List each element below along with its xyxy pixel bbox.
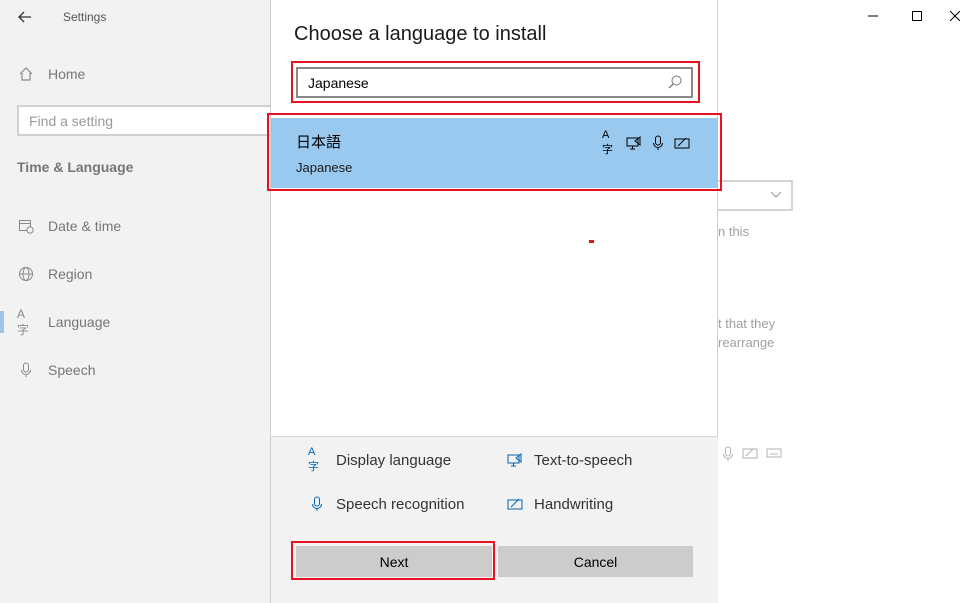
keyboard-icon [766,446,782,467]
background-text: rearrange [718,335,775,350]
dialog-footer: A字 Display language Text-to-speech Speec… [271,436,718,603]
legend-label: Text-to-speech [534,451,633,469]
close-icon [950,11,960,21]
calendar-clock-icon [17,217,35,235]
text-to-speech-icon [506,451,524,469]
sidebar-item-label: Home [48,66,86,82]
handwriting-icon [742,446,758,467]
cancel-button[interactable]: Cancel [498,546,693,577]
back-button[interactable] [12,6,38,28]
install-language-dialog: Choose a language to install Japanese 日本… [267,0,722,603]
legend-display-language: A字 Display language [308,446,452,473]
legend-text-to-speech: Text-to-speech [506,451,632,469]
speech-recognition-icon [308,495,326,513]
sidebar-item-region[interactable]: Region [0,259,290,289]
next-highlight-box [291,541,495,580]
close-button[interactable] [932,0,978,32]
legend-label: Speech recognition [336,495,465,513]
language-search-input[interactable]: Japanese [296,67,693,98]
minimize-button[interactable] [850,0,896,32]
sidebar-item-label: Date & time [48,218,122,234]
settings-sidebar: Settings Home Find a setting Time & Lang… [0,0,290,603]
background-feature-icons [722,446,782,467]
maximize-icon [912,11,922,21]
search-icon[interactable] [667,74,683,90]
background-text: t that they [718,316,776,331]
legend-label: Display language [336,451,452,469]
sidebar-item-home[interactable]: Home [0,59,290,89]
sidebar-item-date-time[interactable]: Date & time [0,211,290,241]
sidebar-item-label: Region [48,266,93,282]
background-text: n this [718,224,750,239]
arrow-left-icon [18,11,31,23]
microphone-icon [17,361,35,379]
display-language-icon: A字 [308,446,319,473]
minimize-icon [868,15,878,17]
language-icon: A字 [17,306,30,337]
window-title: Settings [63,10,107,24]
result-highlight-box [267,113,722,191]
sidebar-item-label: Language [48,314,111,330]
microphone-icon [722,446,734,467]
find-setting-input[interactable]: Find a setting [17,105,282,136]
legend-handwriting: Handwriting [506,495,613,513]
language-search-value: Japanese [308,75,369,91]
sidebar-item-label: Speech [48,362,96,378]
handwriting-icon [506,495,524,513]
red-marker [589,240,594,243]
dialog-title: Choose a language to install [294,23,547,45]
chevron-down-icon [769,187,783,206]
find-setting-placeholder: Find a setting [29,113,114,129]
sidebar-item-language[interactable]: A字 Language [0,307,290,337]
section-title: Time & Language [17,159,134,175]
globe-icon [17,265,35,283]
legend-label: Handwriting [534,495,614,513]
home-icon [17,65,35,83]
sidebar-item-speech[interactable]: Speech [0,355,290,385]
legend-speech-recognition: Speech recognition [308,495,464,513]
